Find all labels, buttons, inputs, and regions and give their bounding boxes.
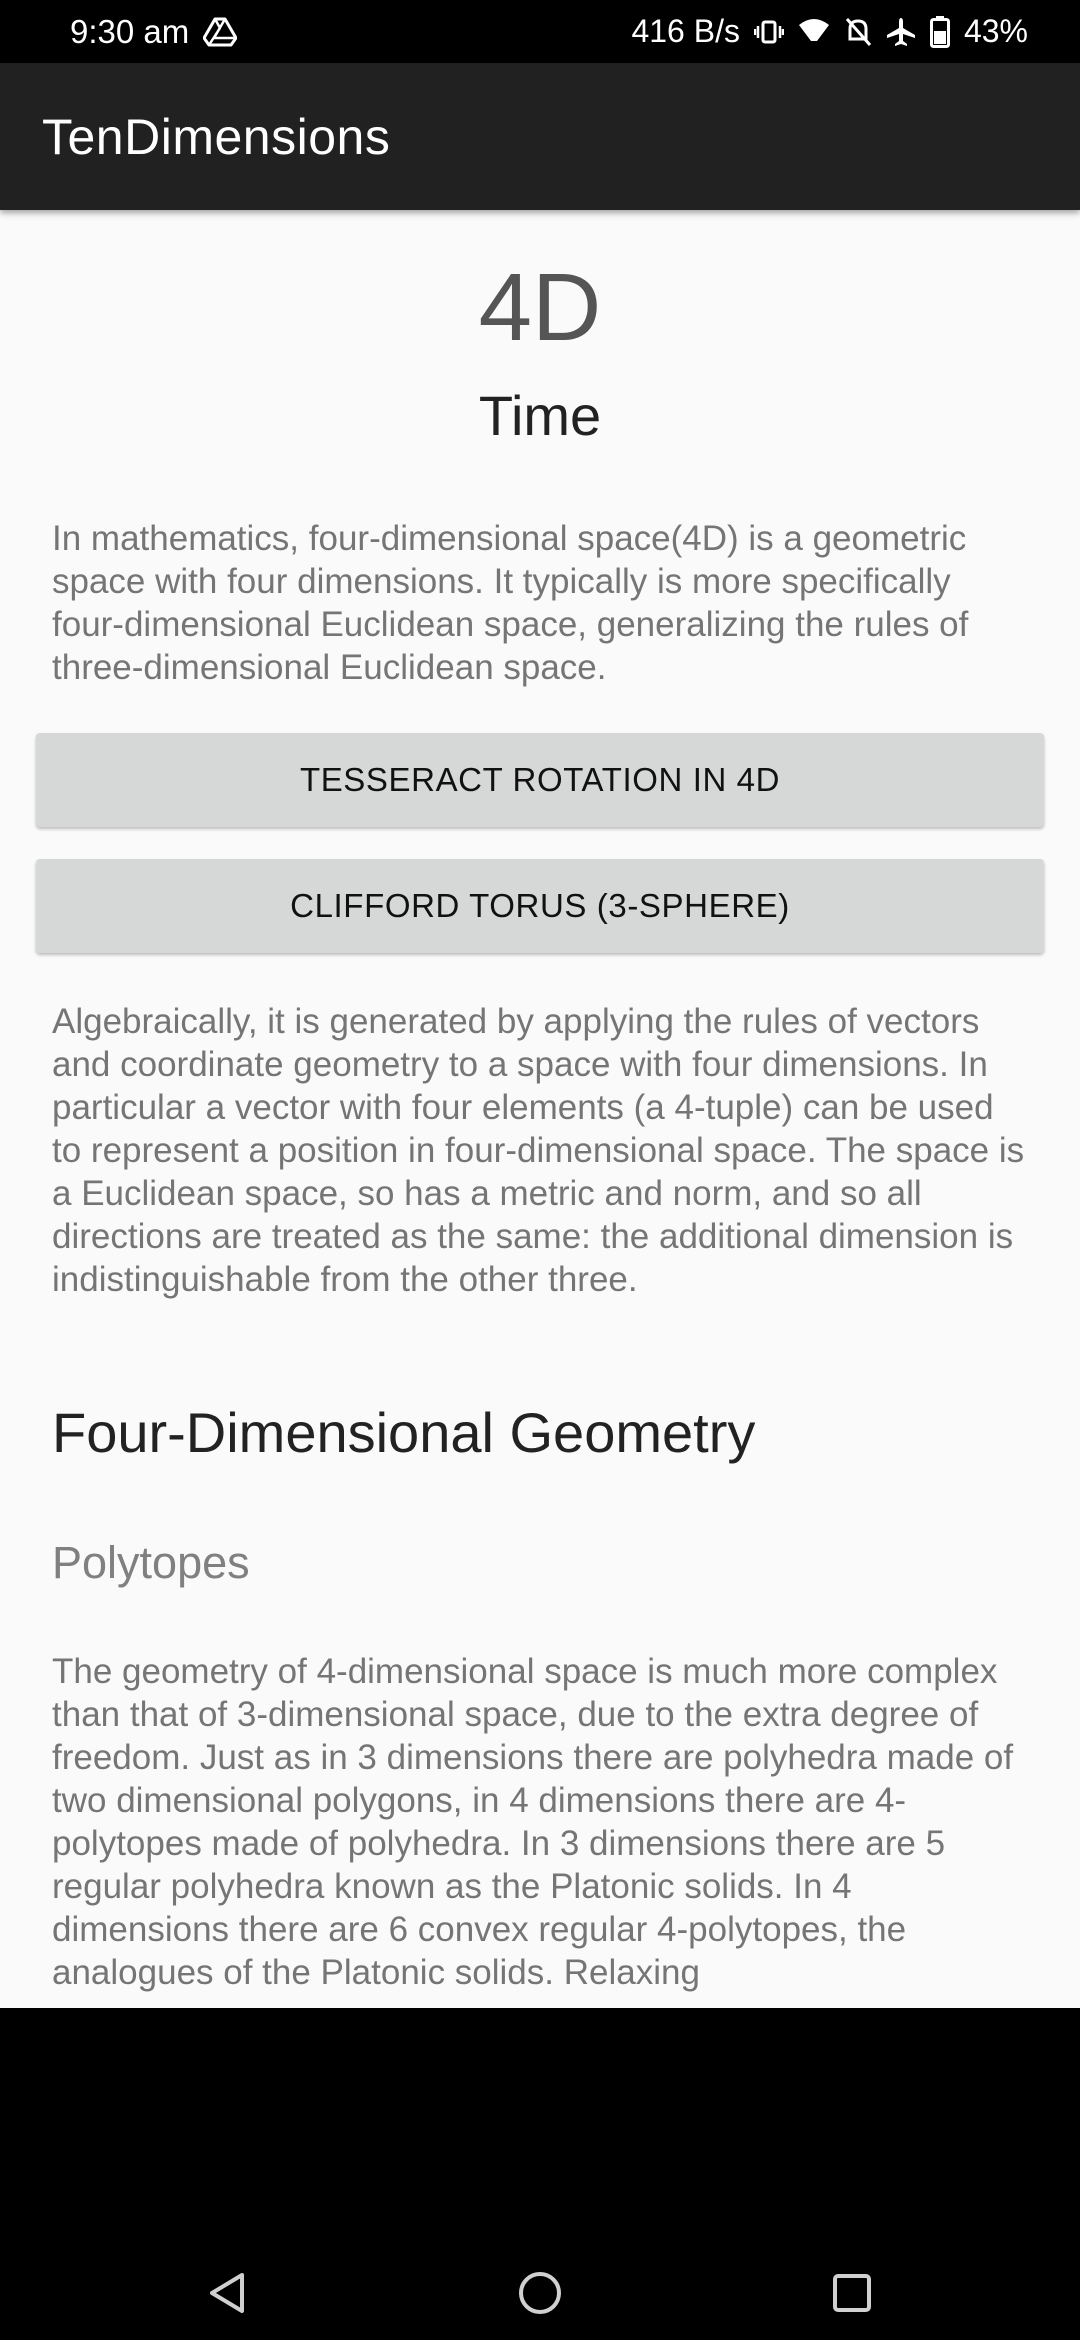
home-icon[interactable] bbox=[500, 2253, 580, 2333]
status-bar-left: 9:30 am bbox=[70, 0, 238, 63]
status-time: 9:30 am bbox=[70, 12, 190, 50]
battery-level: 43% bbox=[963, 13, 1028, 49]
clifford-torus-button[interactable]: CLIFFORD TORUS (3-SPHERE) bbox=[36, 859, 1044, 953]
app-bar: TenDimensions bbox=[0, 63, 1080, 210]
content-scroll-area[interactable]: 4D Time In mathematics, four-dimensional… bbox=[0, 210, 1080, 2008]
navigation-bar bbox=[0, 2008, 1080, 2340]
battery-icon bbox=[929, 15, 950, 48]
subsection-title: Polytopes bbox=[52, 1537, 250, 1588]
geometry-paragraph: The geometry of 4-dimensional space is m… bbox=[52, 1652, 1014, 1992]
algebra-paragraph: Algebraically, it is generated by applyi… bbox=[52, 1002, 1025, 1299]
dimension-name: Time bbox=[478, 384, 602, 447]
dimension-heading: 4D bbox=[478, 254, 602, 361]
section-title: Four-Dimensional Geometry bbox=[52, 1401, 756, 1464]
network-speed: 416 B/s bbox=[631, 13, 740, 49]
tesseract-rotation-button[interactable]: TESSERACT ROTATION IN 4D bbox=[36, 733, 1044, 827]
status-bar: 9:30 am 416 B/s 43% bbox=[0, 0, 1080, 63]
intro-paragraph: In mathematics, four-dimensional space(4… bbox=[52, 519, 969, 687]
drive-icon bbox=[203, 17, 238, 47]
no-notification-icon bbox=[844, 17, 872, 47]
status-bar-right: 416 B/s 43% bbox=[631, 0, 1028, 63]
airplane-icon bbox=[886, 17, 916, 47]
recents-icon[interactable] bbox=[812, 2253, 892, 2333]
wifi-icon bbox=[798, 17, 830, 47]
app-title: TenDimensions bbox=[42, 108, 391, 165]
back-icon[interactable] bbox=[188, 2253, 268, 2333]
vibrate-icon bbox=[753, 17, 784, 47]
